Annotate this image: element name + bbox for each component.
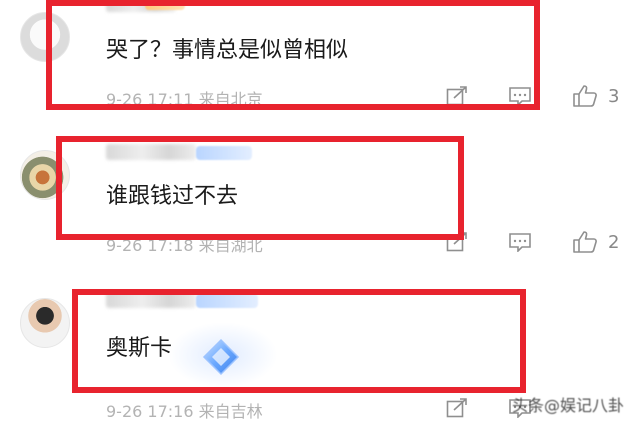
- share-icon[interactable]: [446, 232, 468, 252]
- comment-text: 哭了？事情总是似曾相似: [106, 38, 349, 63]
- user-avatar[interactable]: [20, 12, 70, 62]
- comment-meta: 9-26 17:16 来自吉林: [106, 402, 263, 421]
- comment-meta: 9-26 17:18 来自湖北: [106, 236, 263, 255]
- comment-item: 哭了？事情总是似曾相似 9-26 17:11 来自北京 3: [0, 0, 640, 130]
- like-count: 3: [608, 86, 620, 107]
- user-badge: [196, 146, 252, 160]
- user-badge: [196, 294, 258, 308]
- comment-item: 谁跟钱过不去 9-26 17:18 来自湖北 2: [0, 130, 640, 280]
- comment-text: 谁跟钱过不去: [106, 184, 239, 209]
- share-icon[interactable]: [446, 398, 468, 418]
- thumbs-up-icon[interactable]: [572, 84, 598, 108]
- reply-icon[interactable]: [508, 232, 532, 252]
- user-avatar[interactable]: [20, 298, 70, 348]
- watermark: 头条@娱记八卦: [512, 396, 625, 415]
- thumbs-up-icon[interactable]: [572, 230, 598, 254]
- user-badge: [145, 0, 185, 10]
- username-blurred[interactable]: [106, 144, 196, 160]
- comment-meta: 9-26 17:11 来自北京: [106, 90, 263, 109]
- diamond-sticker-icon: [202, 338, 240, 376]
- comment-text: 奥斯卡: [106, 336, 173, 361]
- username-blurred[interactable]: [106, 292, 196, 308]
- share-icon[interactable]: [446, 86, 468, 106]
- reply-icon[interactable]: [508, 86, 532, 106]
- user-avatar[interactable]: [20, 150, 70, 200]
- like-count: 2: [608, 232, 620, 253]
